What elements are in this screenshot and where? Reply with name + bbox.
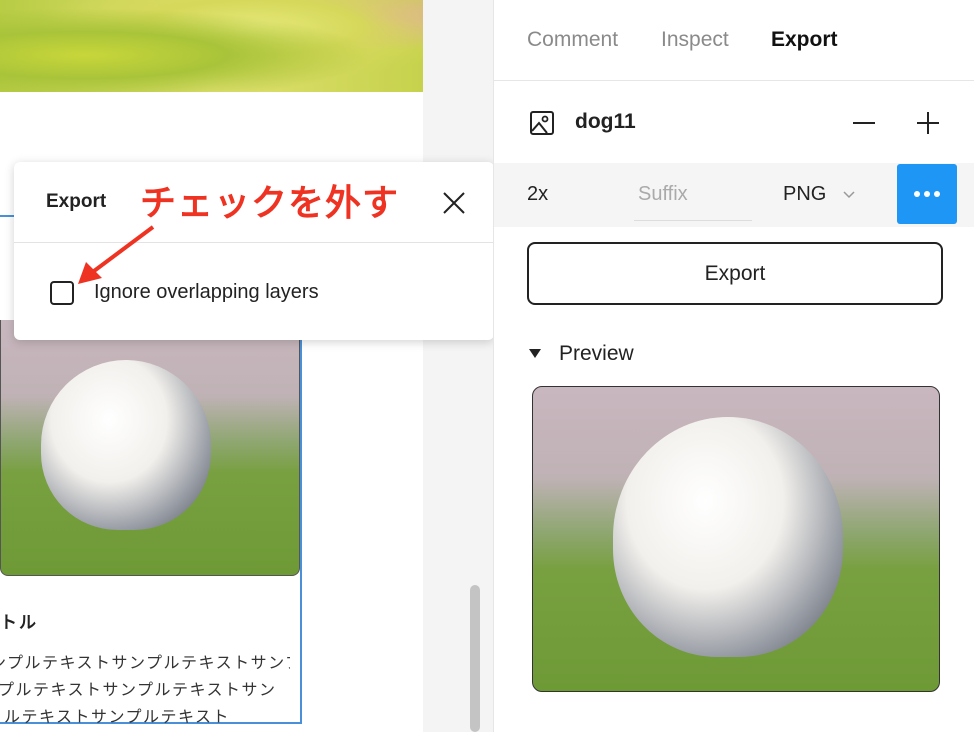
card-title: トル xyxy=(0,613,38,632)
more-options-button[interactable] xyxy=(897,164,957,224)
dog-shape xyxy=(41,360,211,530)
dog-image[interactable] xyxy=(0,320,300,576)
tab-export[interactable]: Export xyxy=(771,28,838,52)
card-frame[interactable]: トル ンプルテキストサンプルテキストサンプルテキストサ プルテキストサンプルテキ… xyxy=(0,320,302,724)
format-value: PNG xyxy=(783,183,827,205)
preview-label[interactable]: Preview xyxy=(559,342,634,366)
close-icon[interactable] xyxy=(440,189,468,217)
dog-shape xyxy=(613,417,843,657)
layer-name: dog11 xyxy=(575,110,636,133)
chevron-down-icon xyxy=(843,191,855,199)
triangle-down-icon[interactable] xyxy=(528,348,542,360)
card-text-line: ルテキストサンプルテキスト xyxy=(4,709,231,724)
add-export-icon[interactable] xyxy=(916,111,940,135)
preview-image xyxy=(532,386,940,692)
card-text-line: ンプルテキストサンプルテキストサンプルテキストサ xyxy=(0,655,290,672)
scale-select[interactable]: 2x xyxy=(527,183,548,206)
flower-image xyxy=(0,0,423,92)
export-setting-row: 2x Suffix PNG xyxy=(494,163,974,227)
card-text: ンプルテキストサンプルテキストサンプルテキストサ プルテキストサンプルテキストサ… xyxy=(0,650,290,724)
card-text-line: プルテキストサンプルテキストサン xyxy=(0,682,277,699)
remove-export-icon[interactable] xyxy=(852,111,876,135)
popup-title: Export xyxy=(46,191,107,212)
right-panel: Comment Inspect Export dog11 2x Suffix P… xyxy=(493,0,974,732)
design-canvas[interactable]: トル ンプルテキストサンプルテキストサンプルテキストサ プルテキストサンプルテキ… xyxy=(0,0,493,732)
tab-inspect[interactable]: Inspect xyxy=(661,28,729,52)
canvas-scrollbar[interactable] xyxy=(470,585,480,732)
ellipsis-icon xyxy=(914,191,940,197)
annotation-arrow-icon xyxy=(78,225,155,284)
suffix-input[interactable]: Suffix xyxy=(634,175,752,221)
canvas-background xyxy=(423,0,493,732)
image-layer-icon xyxy=(530,111,554,135)
divider xyxy=(494,80,974,81)
format-select[interactable]: PNG xyxy=(783,183,856,206)
tab-comment[interactable]: Comment xyxy=(527,28,618,52)
frame-selection-border xyxy=(0,215,14,217)
annotation-text: チェックを外す xyxy=(140,182,400,223)
export-button[interactable]: Export xyxy=(527,242,943,305)
